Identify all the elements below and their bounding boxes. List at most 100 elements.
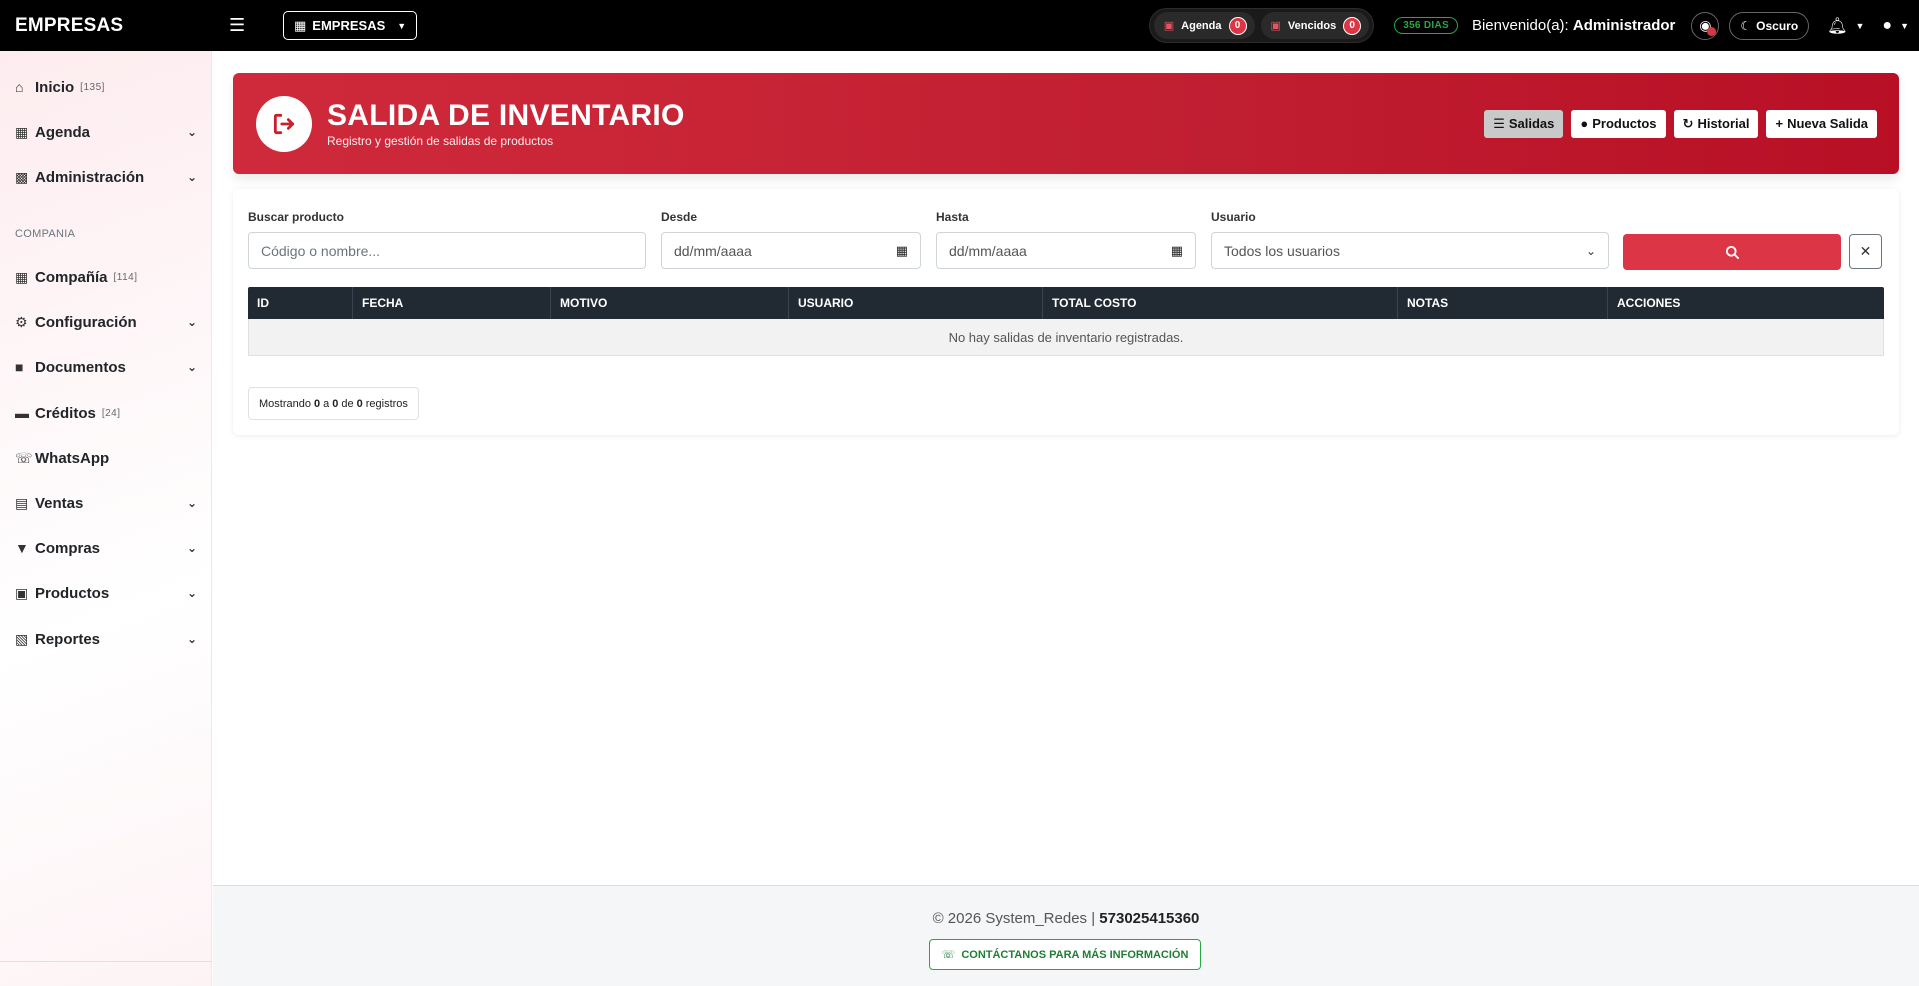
sidebar-item-ventas[interactable]: ▤ Ventas ⌄ [15,491,197,515]
brand-title[interactable]: EMPRESAS [15,15,215,37]
calendar-icon[interactable]: ▦ [896,243,908,259]
plus-icon: + [1775,116,1784,131]
building-icon: ▦ [15,268,29,285]
pagination-to: 0 [332,397,339,410]
filters-and-table-card: Buscar producto Código o nombre... Desde… [233,189,1899,435]
sidebar-item-reportes[interactable]: ▧ Reportes ⌄ [15,627,197,651]
binoculars-icon: ● [1580,116,1589,131]
search-icon [1725,245,1739,259]
agenda-label: Agenda [1181,19,1222,32]
contact-button-label: CONTÁCTANOS PARA MÁS INFORMACIÓN [961,948,1189,961]
credit-card-icon: ▬ [15,405,29,421]
caret-down-icon: ▼ [397,20,407,31]
sidebar-item-label: Ventas [35,494,84,512]
search-input[interactable]: Código o nombre... [248,232,646,269]
sidebar-item-whatsapp[interactable]: ☏ WhatsApp [15,446,197,470]
footer-phone: 573025415360 [1099,910,1200,927]
sidebar-item-label: Configuración [35,313,137,331]
history-icon: ↻ [1682,115,1694,131]
user-select[interactable]: Todos los usuarios ⌄ [1211,232,1609,269]
sidebar-bottom-divider [0,961,212,986]
search-placeholder: Código o nombre... [261,242,381,259]
sidebar-item-label: Documentos [35,358,126,376]
vencidos-pill[interactable]: ▣ Vencidos 0 [1260,12,1370,39]
contact-button[interactable]: ☏ CONTÁCTANOS PARA MÁS INFORMACIÓN [929,939,1201,970]
chevron-down-icon: ⌄ [186,170,197,184]
column-header[interactable]: USUARIO [789,287,1043,319]
salidas-button[interactable]: ☰ Salidas [1484,109,1564,138]
to-label: Hasta [936,210,969,224]
bell-icon: 🔔︎ [1827,17,1848,35]
sidebar-item-documentos[interactable]: ■ Documentos ⌄ [15,355,197,379]
sidebar-item-configuracion[interactable]: ⚙ Configuración ⌄ [15,310,197,334]
sidebar-item-productos[interactable]: ▣ Productos ⌄ [15,581,197,605]
sidebar-item-label: Agenda [35,123,91,141]
sidebar-item-label: Compañía [35,268,108,286]
home-icon: ⌂ [15,79,24,95]
page-header-banner: SALIDA DE INVENTARIO Registro y gestión … [233,73,1899,174]
pagination-info: Mostrando 0 a 0 de 0 registros [248,387,419,420]
from-date-input[interactable]: dd/mm/aaaa ▦ [661,232,921,269]
company-selector[interactable]: ▦ EMPRESAS ▼ [283,11,418,40]
cash-register-icon: ▤ [15,494,29,511]
column-header[interactable]: NOTAS [1398,287,1608,319]
sidebar-item-count: [114] [113,271,138,283]
to-date-input[interactable]: dd/mm/aaaa ▦ [936,232,1196,269]
column-header[interactable]: FECHA [353,287,551,319]
dark-mode-label: Oscuro [1756,18,1799,33]
historial-button[interactable]: ↻ Historial [1673,109,1759,138]
cart-icon: ▼ [15,540,29,556]
vencidos-label: Vencidos [1287,19,1337,32]
chevron-down-icon: ⌄ [1585,243,1596,258]
from-date-value: dd/mm/aaaa [674,242,752,259]
chevron-down-icon: ⌄ [186,125,197,139]
user-icon: ● [1882,16,1893,34]
menu-toggle-icon[interactable]: ☰ [229,15,259,36]
from-label: Desde [661,210,698,224]
productos-button[interactable]: ● Productos [1571,109,1666,138]
sidebar-item-label: Inicio [35,78,75,96]
calendar-icon: ▦ [15,123,29,140]
sidebar-item-compras[interactable]: ▼ Compras ⌄ [15,536,197,560]
sidebar-item-label: Reportes [35,630,101,648]
notification-pills: ▣ Agenda 0 ▣ Vencidos 0 [1148,8,1375,43]
search-button[interactable] [1623,234,1841,270]
column-header[interactable]: ID [248,287,353,319]
sidebar-item-count: [24] [101,407,121,419]
sidebar-item-administracion[interactable]: ▩ Administración ⌄ [15,165,197,189]
notifications-dropdown[interactable]: 🔔︎ ▼ [1827,16,1864,36]
whatsapp-icon: ☏ [15,449,33,466]
chevron-down-icon: ⌄ [186,586,197,600]
sidebar: ⌂ Inicio [135] ▦ Agenda ⌄ ▩ Administraci… [0,51,212,986]
palette-button[interactable]: ◉ [1691,11,1720,40]
user-dropdown[interactable]: ● ▼ [1882,17,1909,35]
list-icon: ☰ [1493,115,1505,131]
dark-mode-toggle[interactable]: ☾ Oscuro [1729,11,1810,40]
nueva-salida-button-label: Nueva Salida [1787,116,1868,131]
top-navbar: EMPRESAS ☰ ▦ EMPRESAS ▼ ▣ Agenda 0 ▣ Ven… [0,0,1919,51]
table-header: ID FECHA MOTIVO USUARIO TOTAL COSTO NOTA… [248,287,1884,319]
calendar-icon: ▣ [1163,20,1175,32]
vencidos-count-badge: 0 [1343,16,1362,35]
folder-icon: ■ [15,359,24,375]
column-header[interactable]: TOTAL COSTO [1043,287,1398,319]
building-icon: ▦ [294,17,307,33]
boxes-icon: ▣ [15,584,29,601]
sidebar-item-agenda[interactable]: ▦ Agenda ⌄ [15,120,197,144]
sidebar-item-label: WhatsApp [35,449,110,467]
moon-icon: ☾ [1740,18,1752,33]
historial-button-label: Historial [1697,116,1750,131]
agenda-pill[interactable]: ▣ Agenda 0 [1153,12,1255,39]
nueva-salida-button[interactable]: + Nueva Salida [1766,109,1877,138]
chevron-down-icon: ⌄ [186,541,197,555]
calendar-icon[interactable]: ▦ [1171,243,1183,259]
to-date-value: dd/mm/aaaa [949,242,1027,259]
clear-filters-button[interactable]: ✕ [1849,234,1882,269]
sidebar-item-count: [135] [80,81,105,93]
sidebar-item-inicio[interactable]: ⌂ Inicio [135] [15,75,197,99]
sidebar-item-creditos[interactable]: ▬ Créditos [24] [15,401,197,425]
days-remaining-badge: 356 DIAS [1394,17,1458,34]
sidebar-item-compania[interactable]: ▦ Compañía [114] [15,265,197,289]
column-header[interactable]: MOTIVO [551,287,789,319]
chart-icon: ▧ [15,630,29,647]
